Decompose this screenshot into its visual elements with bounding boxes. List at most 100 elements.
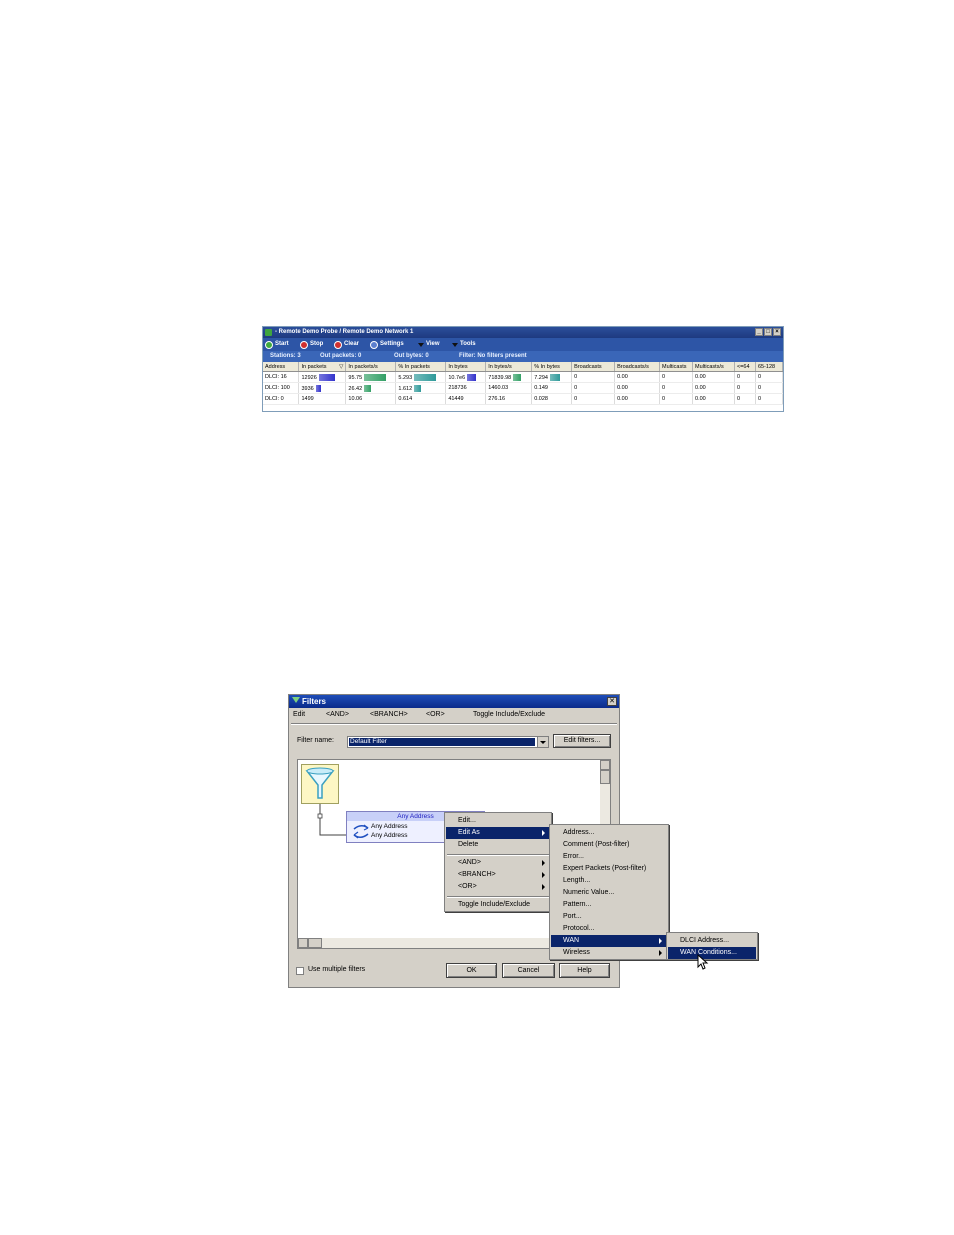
table-cell: 0.149 <box>531 382 573 394</box>
tools-menu-button[interactable]: Tools <box>452 339 476 350</box>
menu-item-branch[interactable]: <BRANCH> <box>446 869 550 881</box>
restore-icon[interactable]: □ <box>764 328 772 336</box>
menu-item-expert-packets[interactable]: Expert Packets (Post-filter) <box>551 863 667 875</box>
menu-item-toggle-include-exclude[interactable]: Toggle Include/Exclude <box>446 899 550 911</box>
menu-separator <box>447 896 549 898</box>
value-bar <box>414 384 422 392</box>
cell-value: DLCI: 0 <box>265 396 284 402</box>
column-header-pct-in-bytes[interactable]: % In bytes <box>531 362 573 372</box>
funnel-icon <box>305 767 335 799</box>
value-bar <box>364 384 372 392</box>
column-header-in-bytes-s[interactable]: In bytes/s <box>485 362 533 372</box>
menu-item-length[interactable]: Length... <box>551 875 667 887</box>
menu-item-delete[interactable]: Delete <box>446 839 550 851</box>
horizontal-scroll-thumb[interactable] <box>308 938 322 948</box>
ok-button[interactable]: OK <box>446 963 497 978</box>
column-header-address[interactable]: Address <box>263 362 300 372</box>
menu-item-dlci-address[interactable]: DLCI Address... <box>668 935 756 947</box>
vertical-scroll-thumb[interactable] <box>600 770 610 784</box>
column-header-multicasts-s[interactable]: Multicasts/s <box>692 362 735 372</box>
menu-and[interactable]: <AND> <box>326 709 349 721</box>
table-row[interactable]: DLCI: 0 1499 10.06 0.614 41449 276.16 0.028 0 0.… <box>263 393 784 405</box>
table-cell: 0 <box>755 371 784 383</box>
filter-name-combobox[interactable]: Default Filter <box>347 736 549 748</box>
menu-branch[interactable]: <BRANCH> <box>370 709 408 721</box>
column-header-broadcasts[interactable]: Broadcasts <box>571 362 616 372</box>
table-cell: 0.028 <box>531 393 573 405</box>
column-header-broadcasts-s[interactable]: Broadcasts/s <box>614 362 661 372</box>
scroll-up-icon[interactable] <box>600 760 610 770</box>
cancel-button[interactable]: Cancel <box>502 963 555 978</box>
column-header-65-128[interactable]: 65-128 <box>755 362 784 372</box>
menu-item-wan-conditions[interactable]: WAN Conditions... <box>668 947 756 959</box>
menu-item-pattern[interactable]: Pattern... <box>551 899 667 911</box>
menu-item-numeric-value[interactable]: Numeric Value... <box>551 887 667 899</box>
stop-button[interactable]: Stop <box>300 339 323 350</box>
column-header-in-bytes[interactable]: In bytes <box>445 362 487 372</box>
menu-toggle-include-exclude[interactable]: Toggle Include/Exclude <box>473 709 545 721</box>
cell-value: 0 <box>757 385 761 391</box>
node-destination: Any Address <box>371 832 408 839</box>
scroll-left-icon[interactable] <box>298 938 308 948</box>
cell-value: 95.75 <box>348 374 363 381</box>
menu-item-comment[interactable]: Comment (Post-filter) <box>551 839 667 851</box>
table-cell: 0 <box>571 371 616 383</box>
minimize-icon[interactable]: _ <box>755 328 763 336</box>
filter-status: Filter: No filters present <box>459 353 527 359</box>
help-button[interactable]: Help <box>559 963 610 978</box>
table-cell: 0 <box>659 371 694 383</box>
menu-item-address[interactable]: Address... <box>551 827 667 839</box>
cell-value: 12926 <box>301 374 317 381</box>
table-cell: 0.00 <box>614 371 661 383</box>
chevron-down-icon[interactable] <box>537 737 548 747</box>
view-menu-button[interactable]: View <box>418 339 440 350</box>
cell-value: 0 <box>757 396 761 402</box>
column-header-in-packets[interactable]: In packets ▽ <box>298 362 347 372</box>
menu-separator <box>447 854 549 856</box>
use-multiple-filters-checkbox[interactable] <box>296 967 304 975</box>
close-icon[interactable]: × <box>773 328 781 336</box>
menu-item-or[interactable]: <OR> <box>446 881 550 893</box>
use-multiple-filters-label: Use multiple filters <box>308 966 366 973</box>
filter-root-node[interactable] <box>301 764 339 804</box>
table-cell: 0 <box>571 382 616 394</box>
menu-item-edit[interactable]: Edit... <box>446 815 550 827</box>
menu-or[interactable]: <OR> <box>426 709 445 721</box>
menu-item-port[interactable]: Port... <box>551 911 667 923</box>
clear-button[interactable]: Clear <box>334 339 359 350</box>
value-bar <box>513 373 522 381</box>
cell-value: 10.06 <box>348 396 363 402</box>
menu-item-wireless[interactable]: Wireless <box>551 947 667 959</box>
value-bar <box>414 373 437 381</box>
menu-item-edit-as[interactable]: Edit As <box>446 827 550 839</box>
table-cell: 276.16 <box>485 393 533 405</box>
close-icon[interactable]: ✕ <box>607 697 617 706</box>
menu-item-and[interactable]: <AND> <box>446 857 550 869</box>
menu-item-error[interactable]: Error... <box>551 851 667 863</box>
column-header-in-packets-s[interactable]: In packets/s <box>345 362 397 372</box>
mouse-pointer-icon <box>697 954 709 970</box>
table-cell: 0.00 <box>692 393 735 405</box>
probe-statusbar: Stations: 3 Out packets: 0 Out bytes: 0 … <box>263 351 783 362</box>
table-cell: 0 <box>755 382 784 394</box>
stop-icon <box>300 340 308 349</box>
table-cell: DLCI: 16 <box>263 371 300 383</box>
start-button[interactable]: Start <box>265 339 289 350</box>
table-row[interactable]: DLCI: 16 12926 95.75 5.293 10.7e6 71839.98 7.2… <box>263 371 784 383</box>
menu-item-protocol[interactable]: Protocol... <box>551 923 667 935</box>
column-header-pct-in-packets[interactable]: % In packets <box>395 362 447 372</box>
table-row[interactable]: DLCI: 100 3936 26.42 1.612 218736 1460.03 0.14… <box>263 382 784 394</box>
table-cell: DLCI: 100 <box>263 382 300 394</box>
settings-button[interactable]: Settings <box>370 339 404 350</box>
edit-filters-button[interactable]: Edit filters... <box>553 734 611 748</box>
table-cell: 1460.03 <box>485 382 533 394</box>
context-menu: Edit... Edit As Delete <AND> <BRANCH> <O… <box>444 812 552 912</box>
node-source: Any Address <box>371 823 408 830</box>
column-header-multicasts[interactable]: Multicasts <box>659 362 694 372</box>
menu-edit[interactable]: Edit <box>293 709 305 721</box>
menu-item-wan[interactable]: WAN <box>551 935 667 947</box>
cell-value: 0 <box>662 396 666 402</box>
cell-value: 71839.98 <box>488 374 512 381</box>
stations-count: Stations: 3 <box>270 353 301 359</box>
column-header-le64[interactable]: <=64 <box>734 362 756 372</box>
